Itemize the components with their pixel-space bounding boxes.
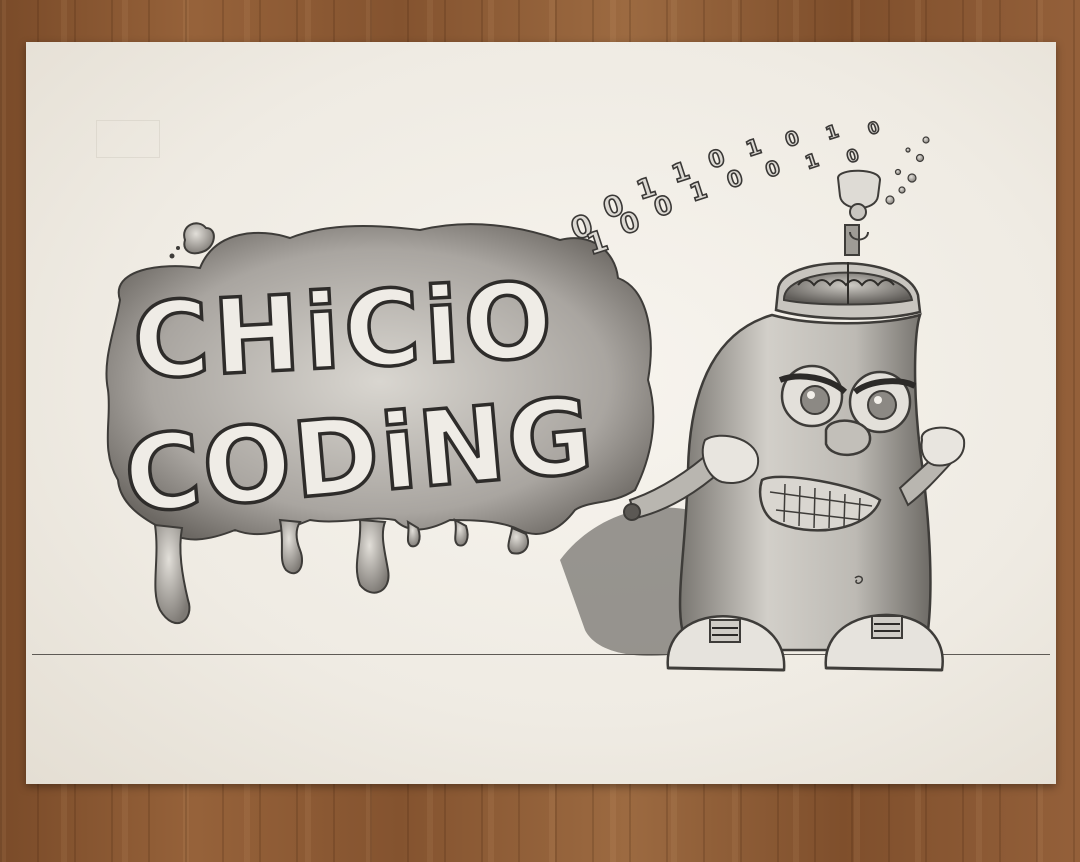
- binary-digit: 0: [782, 126, 802, 152]
- title-lettering: CHiCiO CODiNG: [118, 257, 601, 538]
- binary-digit: 1: [803, 150, 822, 174]
- drawing-svg: CHiCiO CODiNG 01001011001001100: [105, 116, 966, 672]
- binary-digit: 0: [650, 190, 676, 224]
- binary-stream: 01001011001001100: [566, 116, 883, 262]
- binary-digit: 0: [844, 144, 861, 167]
- spray-droplets: [885, 136, 930, 205]
- binary-digit: 0: [616, 206, 644, 241]
- binary-digit: 1: [743, 134, 765, 162]
- binary-digit: 1: [686, 176, 710, 208]
- binary-digit: 0: [762, 155, 783, 182]
- binary-digit: 0: [724, 165, 747, 194]
- title-line-1: CHiCiO: [130, 259, 559, 403]
- binary-digit: 1: [823, 121, 841, 145]
- binary-digit: 0: [865, 117, 881, 139]
- spray-nozzle: [836, 169, 882, 256]
